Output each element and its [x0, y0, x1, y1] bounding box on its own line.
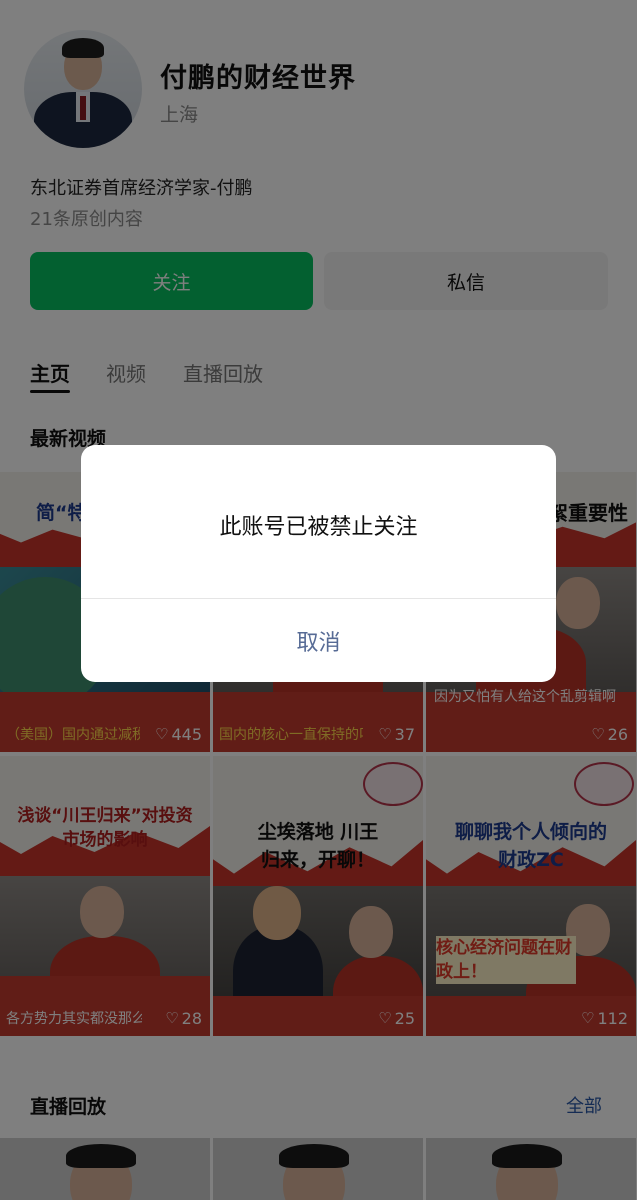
cancel-button[interactable]: 取消 — [81, 599, 556, 682]
alert-dialog: 此账号已被禁止关注 取消 — [81, 445, 556, 682]
dialog-message: 此账号已被禁止关注 — [219, 515, 418, 540]
